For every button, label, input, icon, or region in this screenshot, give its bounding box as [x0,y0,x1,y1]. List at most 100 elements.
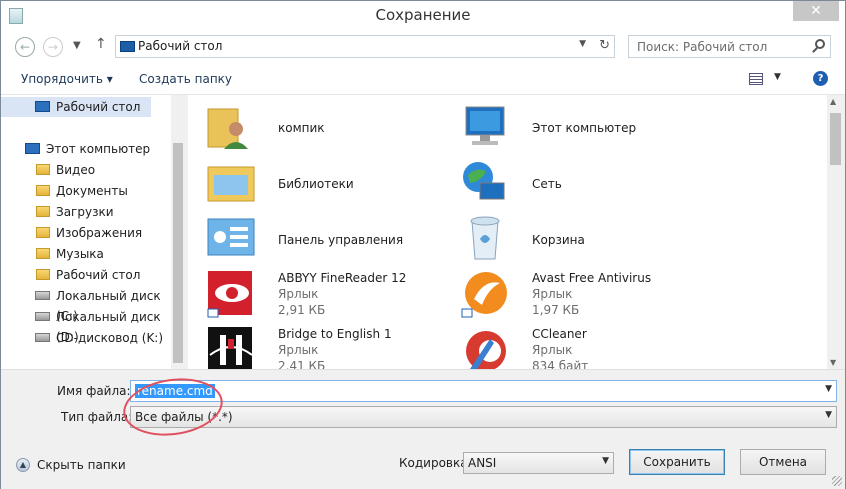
file-name: CCleaner [532,327,587,341]
sidebar-item-drive-c[interactable]: Локальный диск (C:) [1,286,171,323]
finereader-icon [207,271,252,318]
search-input[interactable]: Поиск: Рабочий стол [628,35,831,58]
new-folder-button[interactable]: Создать папку [139,72,232,86]
file-name: Библиотеки [278,177,354,191]
file-item[interactable]: Сеть [460,157,710,213]
save-dialog: Сохранение ✕ ← → ▼ ↑ Рабочий стол ▼ ↻ По… [0,0,846,489]
recent-locations-icon[interactable]: ▼ [73,40,81,51]
file-size: 2,41 КБ [278,359,326,369]
sidebar-item-music[interactable]: Музыка [1,244,171,264]
filename-label: Имя файла: [57,384,131,398]
organize-button[interactable]: Упорядочить ▾ [21,72,113,86]
cd-drive-icon [35,333,50,342]
sidebar-item-cd-drive[interactable]: CD-дисковод (K:) [1,328,171,348]
navigation-bar: ← → ▼ ↑ Рабочий стол ▼ ↻ Поиск: Рабочий … [1,31,845,63]
filetype-dropdown-icon[interactable]: ▼ [825,410,832,420]
navigation-pane: Рабочий стол Этот компьютер Видео Докуме… [1,95,185,369]
file-size: 2,91 КБ [278,303,326,317]
resize-grip[interactable] [832,476,842,486]
search-icon[interactable] [815,39,825,49]
ccleaner-icon [466,331,506,369]
scrollbar-thumb[interactable] [830,113,841,165]
file-name: Корзина [532,233,585,247]
sidebar-item-pictures[interactable]: Изображения [1,223,171,243]
sidebar-item-desktop-folder[interactable]: Рабочий стол [1,265,171,285]
address-bar[interactable]: Рабочий стол ▼ ↻ [115,35,615,58]
drive-icon [35,291,50,300]
file-type: Ярлык [532,343,573,357]
sidebar-item-downloads[interactable]: Загрузки [1,202,171,222]
file-item[interactable]: Avast Free Antivirus Ярлык 1,97 КБ [460,269,710,325]
up-button[interactable]: ↑ [95,36,107,52]
back-button[interactable]: ← [15,37,35,57]
view-dropdown-icon[interactable]: ▼ [774,72,781,82]
hide-folders-button[interactable]: Скрыть папки [37,458,126,472]
sidebar-item-video[interactable]: Видео [1,160,171,180]
file-item[interactable]: Панель управления [206,213,456,269]
filename-input[interactable]: rename.cmd ▼ [130,380,837,402]
sidebar-item-this-pc[interactable]: Этот компьютер [1,139,171,159]
file-item[interactable]: CCleaner Ярлык 834 байт [460,325,710,369]
scroll-up-icon[interactable]: ▲ [830,97,836,106]
help-icon[interactable]: ? [813,71,828,86]
sidebar-item-label: Музыка [56,247,104,261]
save-form: Имя файла: rename.cmd ▼ Тип файла: Все ф… [1,369,845,489]
cancel-button[interactable]: Отмена [740,449,826,475]
sidebar-item-label: Этот компьютер [46,142,151,156]
avast-icon [461,272,507,318]
file-item[interactable]: ABBYY FineReader 12 Ярлык 2,91 КБ [206,269,456,325]
file-list-scrollbar[interactable]: ▲ ▼ [827,95,844,369]
encoding-value: ANSI [468,456,497,470]
sidebar-item-label: Изображения [56,226,143,240]
command-toolbar: Упорядочить ▾ Создать папку ▼ ? [1,63,845,95]
file-item[interactable]: компик [206,101,456,157]
file-size: 1,97 КБ [532,303,580,317]
sidebar-item-label: Рабочий стол [56,100,141,114]
forward-button[interactable]: → [43,37,63,57]
sidebar-scrollbar[interactable] [171,95,185,369]
desktop-icon [120,41,135,52]
file-name: Avast Free Antivirus [532,271,652,285]
sidebar-item-label: CD-дисковод (K:) [56,331,164,345]
control-panel-icon [207,218,255,256]
close-button[interactable]: ✕ [793,1,839,21]
libraries-icon [207,166,255,202]
refresh-icon[interactable]: ↻ [599,38,610,53]
title-bar: Сохранение ✕ [1,1,845,31]
filetype-label: Тип файла: [61,410,133,424]
collapse-icon[interactable]: ▲ [16,458,30,472]
folder-icon [36,227,50,238]
address-dropdown-icon[interactable]: ▼ [579,39,586,49]
scrollbar-thumb[interactable] [173,143,183,363]
scroll-down-icon[interactable]: ▼ [830,358,836,367]
encoding-select[interactable]: ANSI ▼ [463,452,614,474]
file-name: Панель управления [278,233,404,247]
save-button[interactable]: Сохранить [629,449,725,475]
file-list: компик Этот компьютер Библиотеки Сеть Па… [188,95,828,369]
encoding-dropdown-icon[interactable]: ▼ [602,456,609,466]
search-placeholder: Поиск: Рабочий стол [637,40,768,54]
file-item[interactable]: Корзина [460,213,710,269]
computer-icon [465,106,505,145]
monitor-icon [35,101,50,112]
sidebar-item-drive-d[interactable]: Локальный диск (D:) [1,307,171,344]
sidebar-item-documents[interactable]: Документы [1,181,171,201]
user-folder-icon [207,108,248,149]
encoding-label: Кодировка: [399,456,472,470]
file-type: Ярлык [278,287,319,301]
file-name: Сеть [532,177,562,191]
folder-icon [36,164,50,175]
bridge-icon [208,327,253,369]
file-item[interactable]: Библиотеки [206,157,456,213]
folder-icon [36,185,50,196]
sidebar-item-desktop[interactable]: Рабочий стол [1,97,151,117]
file-item[interactable]: Bridge to English 1 Ярлык 2,41 КБ [206,325,456,369]
file-size: 834 байт [532,359,589,369]
drive-icon [35,312,50,321]
filename-dropdown-icon[interactable]: ▼ [825,384,832,394]
filetype-select[interactable]: Все файлы (*.*) ▼ [130,406,837,428]
view-options-icon[interactable] [749,73,763,85]
folder-icon [36,206,50,217]
folder-icon [36,248,50,259]
file-item[interactable]: Этот компьютер [460,101,710,157]
